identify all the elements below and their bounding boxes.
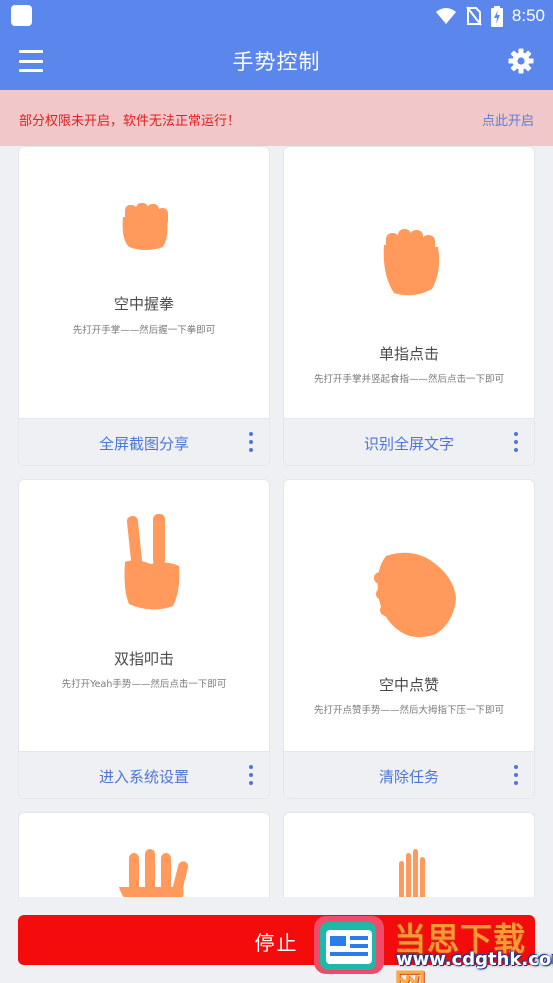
app-notification-icon — [11, 5, 32, 26]
gesture-card: 双指叩击 先打开Yeah手势——然后点击一下即可 进入系统设置 — [18, 479, 270, 799]
watermark-logo-icon — [314, 916, 384, 974]
warning-message: 部分权限未开启，软件无法正常运行！ — [19, 114, 241, 129]
settings-gear-icon[interactable] — [508, 48, 534, 74]
thumbs-hand-icon — [374, 552, 456, 638]
gesture-action-label: 全屏截图分享 — [98, 435, 189, 453]
more-options-icon[interactable] — [247, 432, 255, 452]
gesture-card: 空中点赞 先打开点赞手势——然后大拇指下压一下即可 清除任务 — [283, 479, 535, 799]
more-options-icon[interactable] — [512, 432, 520, 452]
more-options-icon[interactable] — [247, 765, 255, 785]
peace-hand-icon — [124, 514, 180, 610]
gesture-action-label: 识别全屏文字 — [363, 435, 454, 453]
gesture-description: 先打开手掌并竖起食指——然后点击一下即可 — [313, 374, 504, 385]
gesture-action-bar[interactable]: 全屏截图分享 — [19, 418, 269, 465]
site-watermark: 当思下载网 www.cdgthk.com — [308, 910, 553, 983]
fist-icon — [122, 203, 168, 250]
gesture-name: 单指点击 — [378, 345, 439, 363]
more-options-icon[interactable] — [512, 765, 520, 785]
watermark-site: www.cdgthk.com — [396, 949, 553, 970]
gesture-action-bar[interactable]: 识别全屏文字 — [284, 418, 534, 465]
status-icons: 8:50 — [435, 5, 545, 27]
battery-charging-icon — [490, 5, 503, 27]
gesture-action-label: 清除任务 — [378, 768, 439, 786]
gesture-action-label: 进入系统设置 — [98, 768, 189, 786]
status-bar: 8:50 — [0, 0, 553, 32]
gesture-action-bar[interactable]: 清除任务 — [284, 751, 534, 798]
app-bar: 手势控制 — [0, 32, 553, 90]
gesture-description: 先打开手掌——然后握一下拳即可 — [72, 325, 216, 336]
gesture-name: 空中握拳 — [113, 295, 174, 313]
clock: 8:50 — [511, 6, 545, 25]
gesture-card: 单指点击 先打开手掌并竖起食指——然后点击一下即可 识别全屏文字 — [283, 146, 535, 466]
no-sim-icon — [466, 6, 482, 26]
enable-permissions-link[interactable]: 点此开启 — [482, 110, 534, 129]
gesture-name: 空中点赞 — [378, 676, 439, 694]
fist-icon — [383, 229, 440, 296]
gesture-card: 空中握拳 先打开手掌——然后握一下拳即可 全屏截图分享 — [18, 146, 270, 466]
permission-warning-banner: 部分权限未开启，软件无法正常运行！ 点此开启 — [0, 90, 553, 146]
gesture-description: 先打开点赞手势——然后大拇指下压一下即可 — [313, 705, 504, 716]
wifi-icon — [435, 8, 456, 24]
gesture-action-bar[interactable]: 进入系统设置 — [19, 751, 269, 798]
gesture-name: 双指叩击 — [113, 650, 174, 668]
gesture-description: 先打开Yeah手势——然后点击一下即可 — [61, 679, 227, 690]
page-title: 手势控制 — [232, 50, 321, 74]
